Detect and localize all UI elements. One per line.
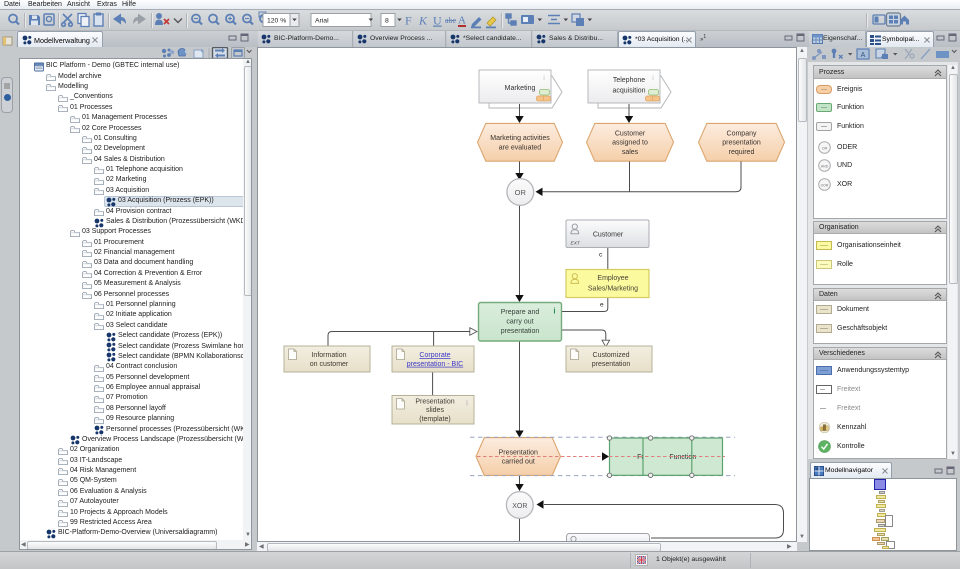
svg-text:required: required xyxy=(729,149,755,156)
svg-text:Prepare and: Prepare and xyxy=(501,309,540,316)
svg-text:Employee: Employee xyxy=(597,275,628,282)
svg-text:Information: Information xyxy=(311,352,346,359)
svg-text:(template): (template) xyxy=(419,416,451,423)
svg-text:Marketing activities: Marketing activities xyxy=(490,135,550,142)
svg-text:i: i xyxy=(553,307,555,316)
svg-text:sales: sales xyxy=(622,149,639,156)
svg-text:i: i xyxy=(466,401,468,408)
svg-text:8: 8 xyxy=(385,18,389,25)
svg-text:Presentation: Presentation xyxy=(415,398,454,405)
svg-text:abe: abe xyxy=(445,16,457,25)
svg-text:Corporate: Corporate xyxy=(419,352,450,359)
svg-text:Customer: Customer xyxy=(593,232,624,239)
svg-text:Telephone: Telephone xyxy=(613,77,645,84)
svg-text:120 %: 120 % xyxy=(267,18,286,25)
svg-text:carry out: carry out xyxy=(506,319,533,326)
svg-text:Company: Company xyxy=(727,130,757,137)
svg-text:Sales/Marketing: Sales/Marketing xyxy=(588,285,638,292)
svg-text:Presentation: Presentation xyxy=(499,449,538,456)
svg-text:AND: AND xyxy=(820,165,828,169)
svg-text:OR: OR xyxy=(821,146,827,150)
svg-text:presentation: presentation xyxy=(501,328,540,335)
svg-text:c: c xyxy=(599,252,603,259)
svg-text:presentation: presentation xyxy=(722,140,761,147)
svg-text:Arial: Arial xyxy=(315,18,329,25)
svg-text:e: e xyxy=(600,302,604,309)
svg-text:F: F xyxy=(405,14,412,28)
svg-text:on customer: on customer xyxy=(310,361,349,368)
svg-text:K: K xyxy=(418,14,428,28)
svg-text:assigned to: assigned to xyxy=(612,140,648,147)
svg-text:acquisition: acquisition xyxy=(612,88,645,95)
svg-text:carried out: carried out xyxy=(502,459,535,466)
svg-text:are evaluated: are evaluated xyxy=(499,144,542,151)
svg-text:Customer: Customer xyxy=(615,130,646,137)
svg-text:presentation: presentation xyxy=(592,361,631,368)
svg-text:slides: slides xyxy=(426,407,444,414)
svg-text:EXT: EXT xyxy=(571,241,581,247)
svg-text:OR: OR xyxy=(515,188,527,197)
svg-text:A: A xyxy=(458,15,466,27)
svg-text:XOR: XOR xyxy=(820,183,828,187)
svg-text:U: U xyxy=(433,14,442,28)
svg-text:Marketing: Marketing xyxy=(505,85,536,92)
svg-text:Customized: Customized xyxy=(593,352,630,359)
svg-text:XOR: XOR xyxy=(512,503,527,510)
svg-text:presentation - BIC: presentation - BIC xyxy=(407,361,463,368)
